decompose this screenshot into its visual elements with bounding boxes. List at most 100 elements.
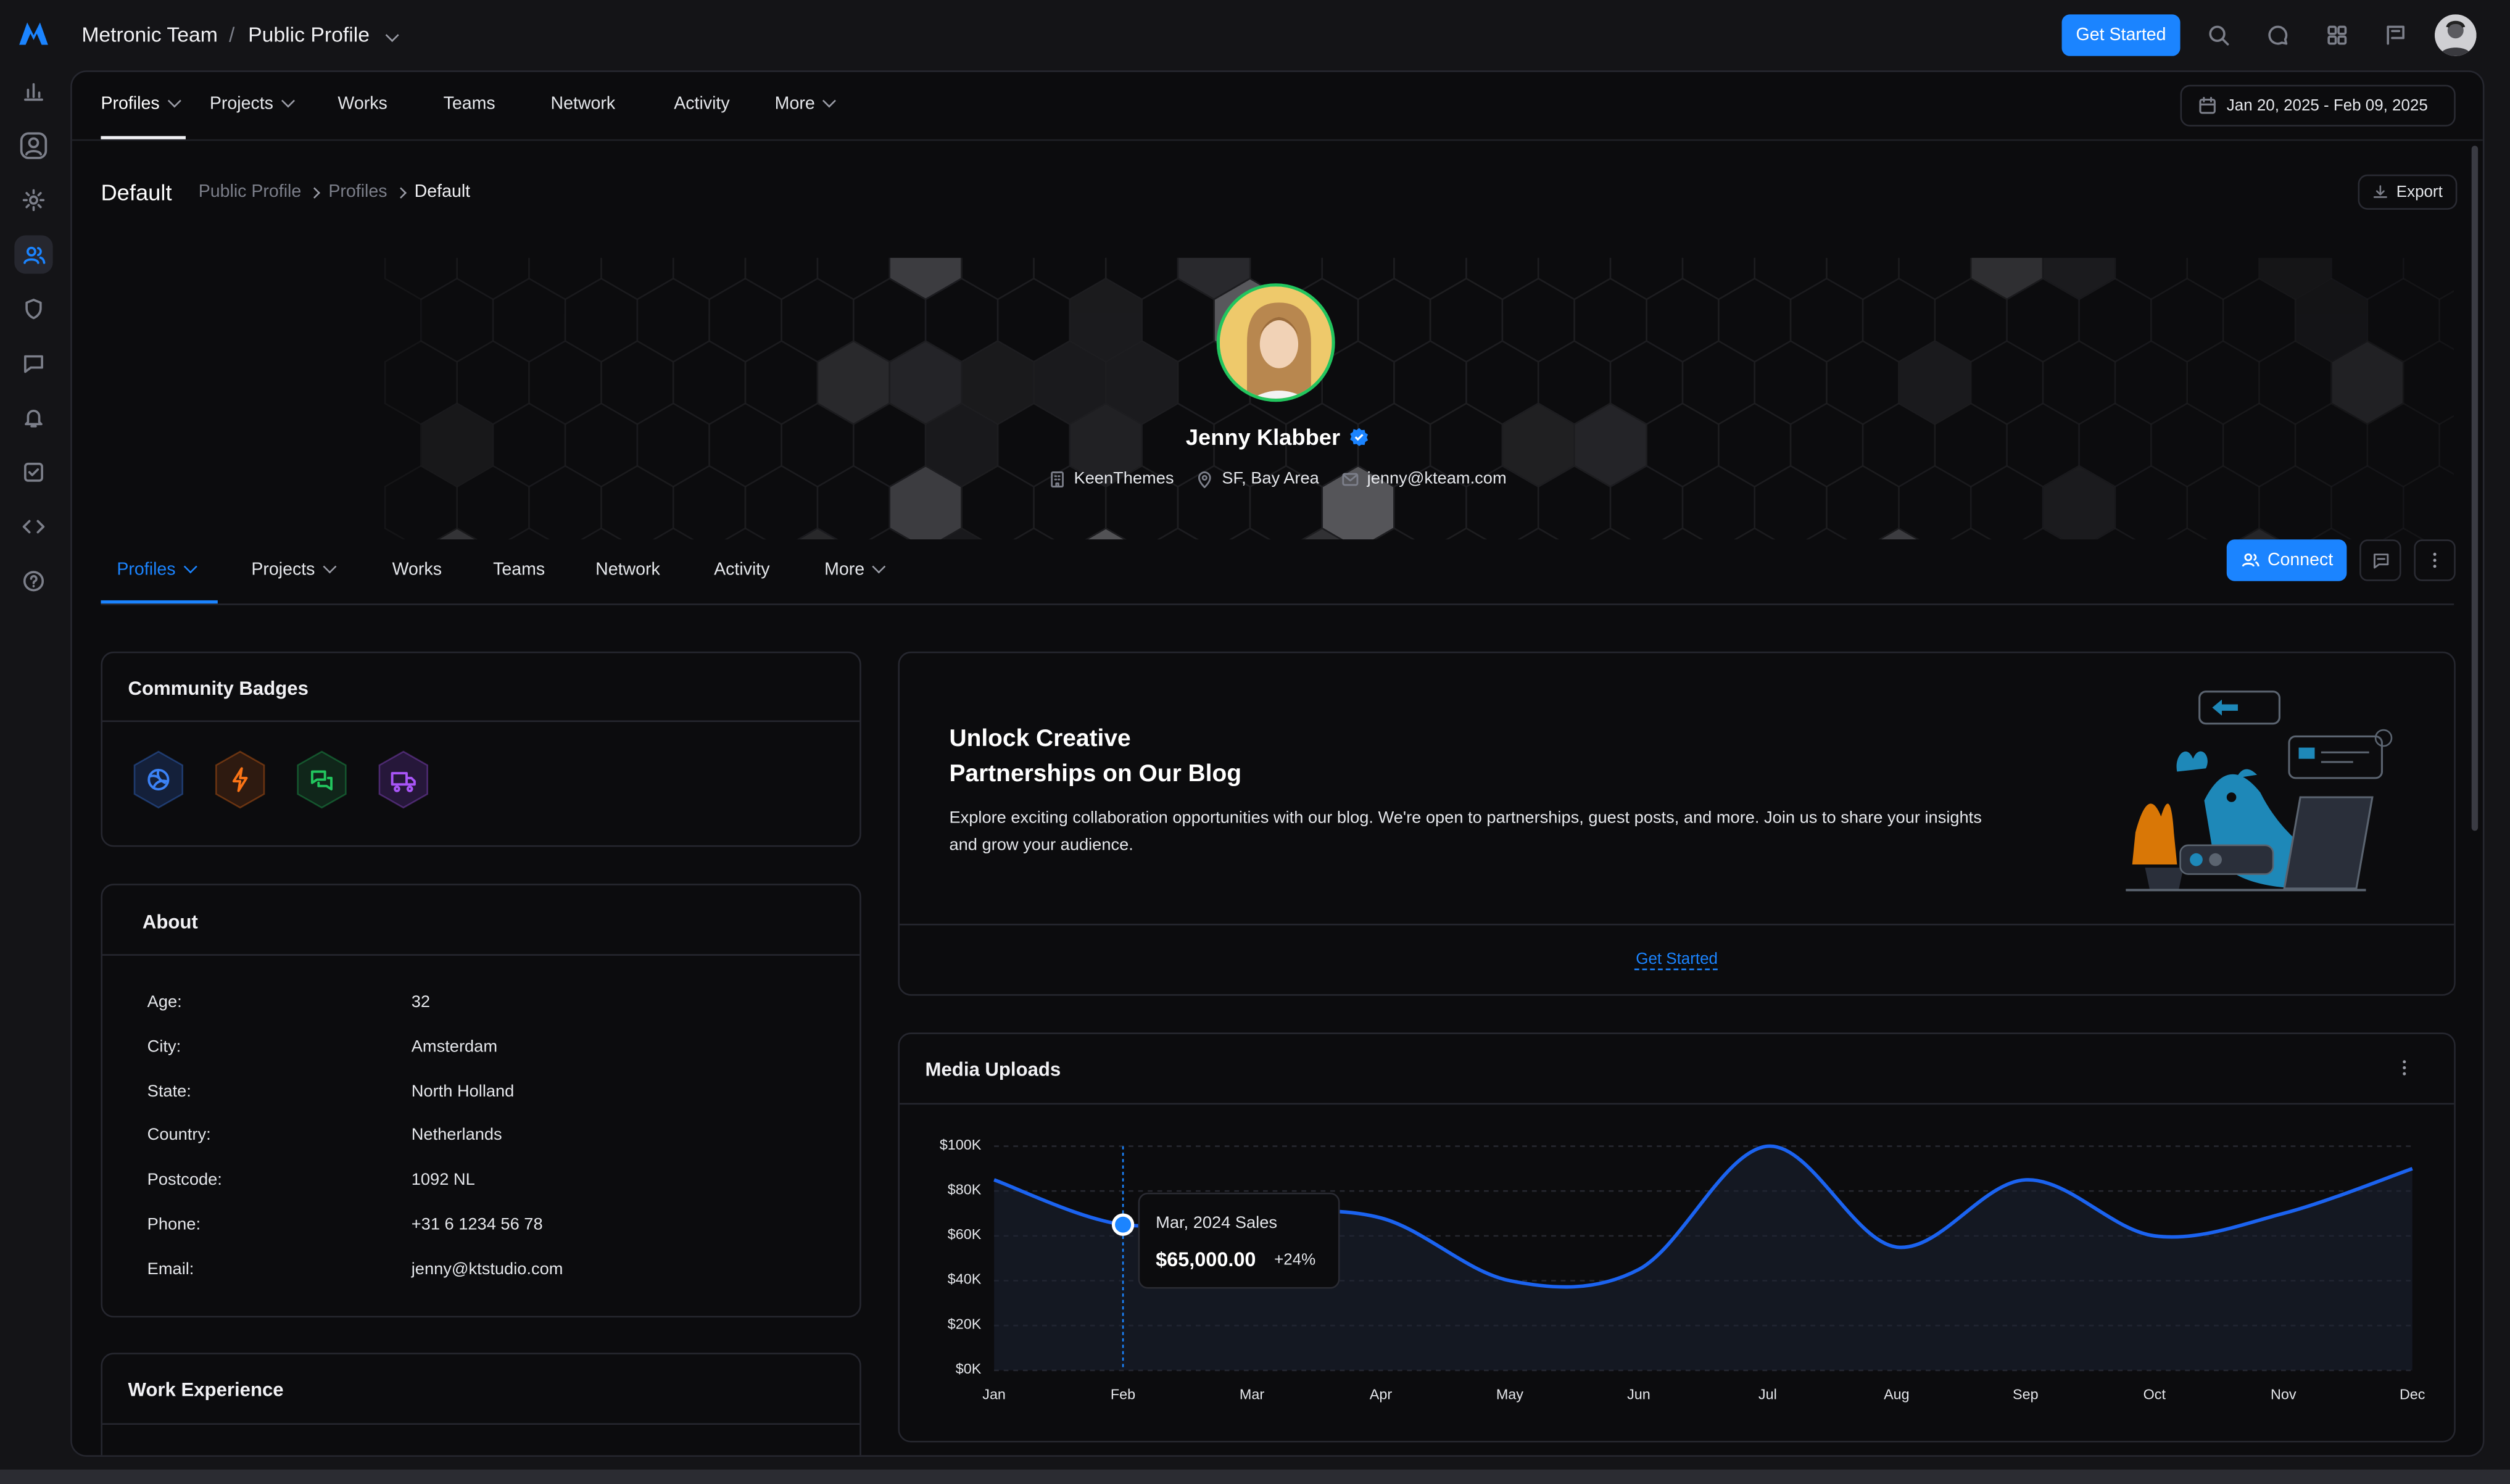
hex-tile	[384, 257, 458, 301]
more-vertical-icon[interactable]	[2414, 539, 2456, 581]
card-divider	[900, 923, 2454, 926]
page-scrollbar[interactable]	[2471, 146, 2479, 831]
hex-tile	[1754, 340, 1828, 426]
users-icon[interactable]	[14, 235, 53, 274]
hex-tile	[2186, 257, 2260, 301]
hex-tile	[672, 340, 747, 426]
tab-teams[interactable]: Teams	[493, 560, 545, 579]
tab-network[interactable]: Network	[595, 560, 660, 579]
user-circle-icon[interactable]	[14, 126, 52, 165]
truck-icon[interactable]	[373, 749, 434, 810]
hex-tile	[436, 527, 478, 540]
tab-active-indicator	[101, 600, 218, 604]
top-nav: Profiles Projects Works Teams Network Ac…	[72, 72, 2483, 141]
tab-projects[interactable]: Projects	[251, 560, 336, 580]
hex-tile	[2310, 527, 2353, 540]
hex-tile	[961, 257, 1035, 301]
nav-activity[interactable]: Activity	[674, 94, 729, 114]
gear-icon[interactable]	[14, 181, 52, 219]
about-label-city: City:	[147, 1037, 181, 1057]
tab-profiles[interactable]: Profiles	[117, 560, 197, 580]
main-panel: Profiles Projects Works Teams Network Ac…	[70, 70, 2485, 1457]
about-value-email[interactable]: jenny@ktstudio.com	[412, 1260, 563, 1279]
chart-bars-icon[interactable]	[14, 72, 52, 110]
search-icon[interactable]	[2201, 18, 2236, 53]
hex-tile	[1898, 340, 1972, 426]
hex-tile	[1718, 277, 1792, 363]
chat-bubbles-icon[interactable]	[291, 749, 352, 810]
breadcrumb-item[interactable]: Public Profile	[199, 183, 302, 202]
blog-get-started-link[interactable]: Get Started	[900, 951, 2454, 969]
get-started-button[interactable]: Get Started	[2061, 14, 2181, 56]
lightning-icon[interactable]	[210, 749, 271, 810]
help-circle-icon[interactable]	[14, 562, 52, 600]
team-name[interactable]: Metronic Team	[81, 22, 218, 46]
hex-tile	[1681, 257, 1756, 301]
nav-projects[interactable]: Projects	[210, 94, 295, 114]
hex-tile	[1013, 527, 1055, 540]
hex-tile	[888, 257, 963, 301]
hex-tile	[1156, 527, 1199, 540]
about-label-country: Country:	[147, 1125, 211, 1145]
nav-profiles[interactable]: Profiles	[101, 94, 181, 114]
nav-more[interactable]: More	[774, 94, 837, 114]
highlight-point	[1111, 1213, 1135, 1236]
tab-activity[interactable]: Activity	[714, 560, 769, 579]
about-value-postcode: 1092 NL	[411, 1170, 475, 1190]
nav-works[interactable]: Works	[338, 94, 387, 114]
blog-card: Unlock Creative Partnerships on Our Blog…	[898, 651, 2456, 996]
chevron-down-icon[interactable]	[378, 22, 399, 51]
blog-description: Explore exciting collaboration opportuni…	[949, 805, 2102, 860]
hex-tile	[1826, 257, 1900, 301]
hex-tile	[636, 277, 710, 363]
download-icon	[2372, 184, 2388, 200]
about-value-age: 32	[411, 992, 431, 1012]
hex-tile	[1754, 257, 1828, 301]
hex-tile	[2114, 340, 2189, 426]
hex-tile	[1393, 257, 1467, 301]
card-divider	[102, 954, 860, 956]
message-icon[interactable]	[14, 344, 52, 383]
chat-icon[interactable]	[2260, 18, 2295, 53]
hex-tile	[796, 527, 839, 540]
blog-description-line: and grow your audience.	[949, 835, 1133, 855]
card-divider	[102, 720, 860, 723]
chevron-down-icon	[322, 560, 336, 574]
media-uploads-chart[interactable]	[900, 1034, 2454, 1441]
hex-tile	[1681, 340, 1756, 426]
user-avatar[interactable]	[2435, 14, 2477, 56]
page-switcher[interactable]: Public Profile	[248, 22, 370, 46]
tooltip-change: +24%	[1274, 1251, 1316, 1270]
logo-icon[interactable]	[18, 21, 50, 47]
profile-email[interactable]: jenny@kteam.com	[1341, 469, 1507, 488]
nav-teams[interactable]: Teams	[444, 94, 495, 114]
shield-icon[interactable]	[14, 290, 52, 328]
flag-chat-icon[interactable]	[2379, 18, 2414, 53]
work-experience-title: Work Experience	[128, 1378, 284, 1401]
tab-label: Profiles	[117, 560, 176, 580]
tab-label: Projects	[251, 560, 315, 580]
volleyball-icon[interactable]	[128, 749, 189, 810]
export-button[interactable]: Export	[2358, 174, 2458, 210]
about-label-phone: Phone:	[147, 1215, 201, 1235]
export-label: Export	[2396, 183, 2443, 201]
apps-grid-icon[interactable]	[2319, 18, 2355, 53]
breadcrumb-item[interactable]: Profiles	[328, 183, 387, 202]
hex-tile	[1085, 527, 1127, 540]
about-label-postcode: Postcode:	[147, 1170, 222, 1190]
nav-network[interactable]: Network	[550, 94, 615, 114]
date-range-picker[interactable]: Jan 20, 2025 - Feb 09, 2025	[2180, 85, 2456, 126]
hex-tile	[1589, 527, 1632, 540]
connect-button[interactable]: Connect	[2226, 539, 2347, 581]
about-value-state: North Holland	[411, 1082, 515, 1101]
bell-icon[interactable]	[14, 399, 52, 437]
code-icon[interactable]	[14, 507, 52, 545]
tab-works[interactable]: Works	[392, 560, 442, 579]
hex-tile	[2042, 340, 2116, 426]
about-value-country: Netherlands	[411, 1125, 502, 1145]
nav-label: More	[774, 94, 815, 114]
hex-tile	[528, 340, 602, 426]
tab-more[interactable]: More	[824, 560, 886, 579]
message-square-icon[interactable]	[2359, 539, 2401, 581]
check-square-icon[interactable]	[14, 453, 52, 491]
